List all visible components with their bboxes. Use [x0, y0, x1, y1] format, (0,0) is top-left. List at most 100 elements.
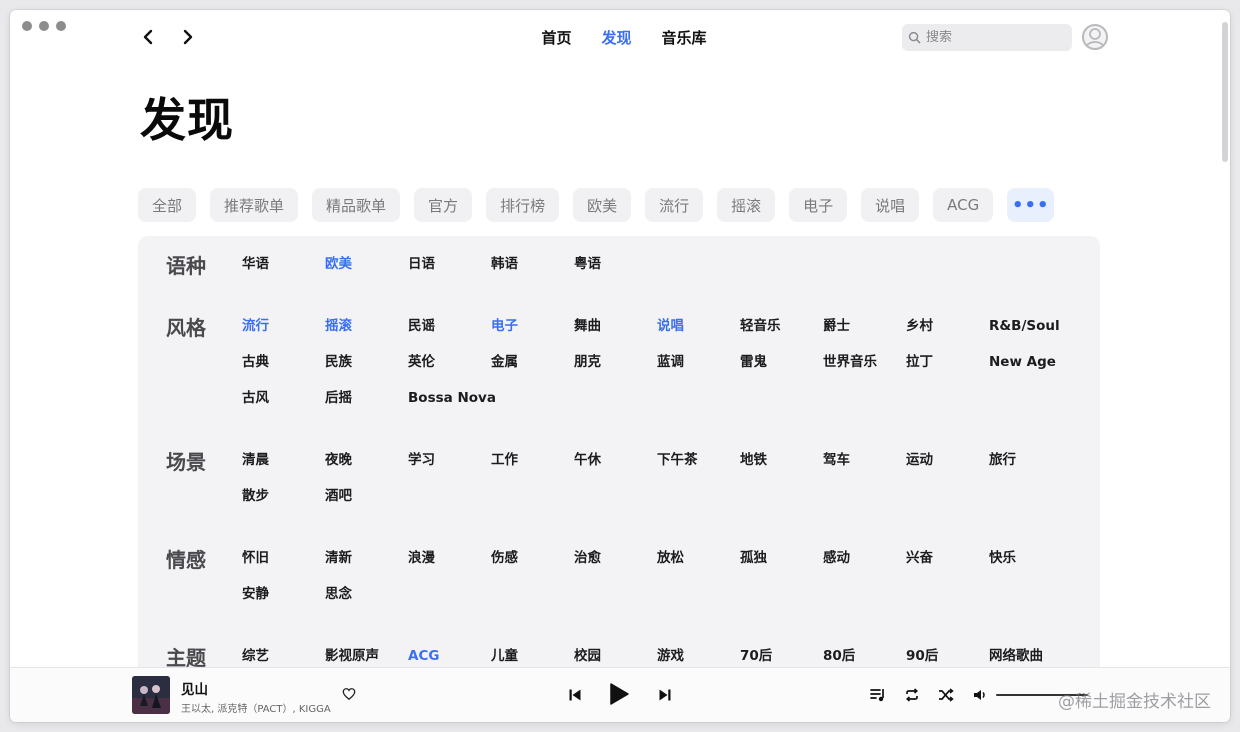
chip-acg[interactable]: ACG [933, 188, 994, 222]
category-tag[interactable]: 校园 [574, 647, 657, 665]
category-tag[interactable]: 散步 [242, 487, 325, 505]
tab-library[interactable]: 音乐库 [662, 27, 707, 48]
category-tag[interactable]: 拉丁 [906, 353, 989, 371]
category-tag[interactable]: 影视原声 [325, 647, 408, 665]
category-tag-grid: 怀旧 清新 浪漫 伤感 治愈 放松 孤独 感动 兴奋 快乐安静 思念 [242, 549, 1082, 603]
category-tag[interactable]: 蓝调 [657, 353, 740, 371]
category-tag[interactable]: 学习 [408, 451, 491, 469]
shuffle-icon [939, 688, 954, 702]
chip-featured[interactable]: 精品歌单 [312, 188, 401, 222]
chip-pop[interactable]: 流行 [645, 188, 704, 222]
category-tag[interactable]: 华语 [242, 255, 325, 273]
play-icon [610, 683, 629, 705]
skip-previous-icon [569, 689, 581, 701]
category-tag[interactable]: 兴奋 [906, 549, 989, 567]
album-cover[interactable] [132, 676, 170, 714]
category-tag[interactable]: 午休 [574, 451, 657, 469]
repeat-button[interactable] [904, 687, 920, 707]
category-tag[interactable]: 旅行 [989, 451, 1072, 469]
chip-all[interactable]: 全部 [138, 188, 197, 222]
volume-button[interactable] [972, 687, 988, 707]
category-tag[interactable]: 网络歌曲 [989, 647, 1072, 665]
next-track-button[interactable] [658, 687, 672, 706]
song-title[interactable]: 见山 [181, 678, 208, 698]
like-button[interactable] [342, 686, 358, 702]
tab-home[interactable]: 首页 [541, 27, 571, 48]
category-tag[interactable]: 治愈 [574, 549, 657, 567]
scrollbar[interactable] [1222, 22, 1228, 162]
category-tag[interactable]: 思念 [325, 585, 408, 603]
category-tag[interactable]: 爵士 [823, 317, 906, 335]
category-tag[interactable]: 世界音乐 [823, 353, 906, 371]
category-tag[interactable]: ACG [408, 647, 491, 665]
category-tag[interactable]: 酒吧 [325, 487, 408, 505]
category-tag[interactable]: 90后 [906, 647, 989, 665]
category-tag[interactable]: 80后 [823, 647, 906, 665]
more-categories-button[interactable]: ••• [1007, 188, 1055, 222]
category-tag[interactable]: 游戏 [657, 647, 740, 665]
category-tag[interactable]: 雷鬼 [740, 353, 823, 371]
search-input[interactable] [926, 30, 1061, 45]
song-artist[interactable]: 王以太, 派克特（PACT）, KIGGA [181, 700, 331, 715]
chip-rap[interactable]: 说唱 [861, 188, 920, 222]
chip-electronic[interactable]: 电子 [789, 188, 848, 222]
previous-track-button[interactable] [568, 687, 582, 706]
chip-recommended[interactable]: 推荐歌单 [210, 188, 299, 222]
category-tag[interactable]: 孤独 [740, 549, 823, 567]
volume-icon [974, 690, 985, 700]
category-tag[interactable]: 电子 [491, 317, 574, 335]
chip-western[interactable]: 欧美 [573, 188, 632, 222]
category-tag[interactable]: 驾车 [823, 451, 906, 469]
category-tag[interactable]: 70后 [740, 647, 823, 665]
category-tag[interactable]: 摇滚 [325, 317, 408, 335]
category-tag[interactable]: 安静 [242, 585, 325, 603]
category-tag[interactable]: 伤感 [491, 549, 574, 567]
category-tag[interactable]: 浪漫 [408, 549, 491, 567]
category-tag[interactable]: 轻音乐 [740, 317, 823, 335]
playlist-filter-chips: 全部 推荐歌单 精品歌单 官方 排行榜 欧美 流行 摇滚 电子 说唱 ACG •… [138, 188, 1055, 222]
tab-discover[interactable]: 发现 [601, 27, 631, 48]
category-tag[interactable]: 英伦 [408, 353, 491, 371]
category-tag[interactable]: 古典 [242, 353, 325, 371]
category-tag[interactable]: New Age [989, 353, 1072, 371]
category-tag[interactable]: 清晨 [242, 451, 325, 469]
category-tag[interactable]: 运动 [906, 451, 989, 469]
category-tag[interactable]: 说唱 [657, 317, 740, 335]
category-tag[interactable]: 乡村 [906, 317, 989, 335]
category-tag[interactable]: 放松 [657, 549, 740, 567]
chip-official[interactable]: 官方 [414, 188, 473, 222]
avatar[interactable] [1082, 24, 1108, 50]
category-tag[interactable]: 流行 [242, 317, 325, 335]
category-tag[interactable]: 夜晚 [325, 451, 408, 469]
category-tag[interactable]: 朋克 [574, 353, 657, 371]
playlist-queue-button[interactable] [870, 687, 886, 707]
category-tag[interactable]: 地铁 [740, 451, 823, 469]
category-tag[interactable]: Bossa Nova [408, 389, 496, 407]
category-tag[interactable]: 怀旧 [242, 549, 325, 567]
category-tag[interactable]: 清新 [325, 549, 408, 567]
category-tag[interactable]: 后摇 [325, 389, 408, 407]
category-tag[interactable]: 金属 [491, 353, 574, 371]
category-tag[interactable]: 下午茶 [657, 451, 740, 469]
category-tag[interactable]: 粤语 [574, 255, 657, 273]
category-title: 语种 [166, 254, 206, 278]
category-tag[interactable]: 韩语 [491, 255, 574, 273]
category-tag[interactable]: 感动 [823, 549, 906, 567]
chip-rock[interactable]: 摇滚 [717, 188, 776, 222]
search-box[interactable] [902, 24, 1072, 51]
category-tag[interactable]: 综艺 [242, 647, 325, 665]
category-tag[interactable]: 民族 [325, 353, 408, 371]
category-tag[interactable]: 工作 [491, 451, 574, 469]
category-tag[interactable]: 欧美 [325, 255, 408, 273]
category-tag[interactable]: 日语 [408, 255, 491, 273]
category-tag[interactable]: 民谣 [408, 317, 491, 335]
shuffle-button[interactable] [938, 687, 954, 707]
chip-charts[interactable]: 排行榜 [486, 188, 560, 222]
category-tag[interactable]: R&B/Soul [989, 317, 1072, 335]
category-tag[interactable]: 舞曲 [574, 317, 657, 335]
category-tag[interactable]: 古风 [242, 389, 325, 407]
category-tag[interactable]: 快乐 [989, 549, 1072, 567]
category-tag[interactable]: 儿童 [491, 647, 574, 665]
play-button[interactable] [608, 682, 630, 710]
skip-next-icon [659, 689, 671, 701]
